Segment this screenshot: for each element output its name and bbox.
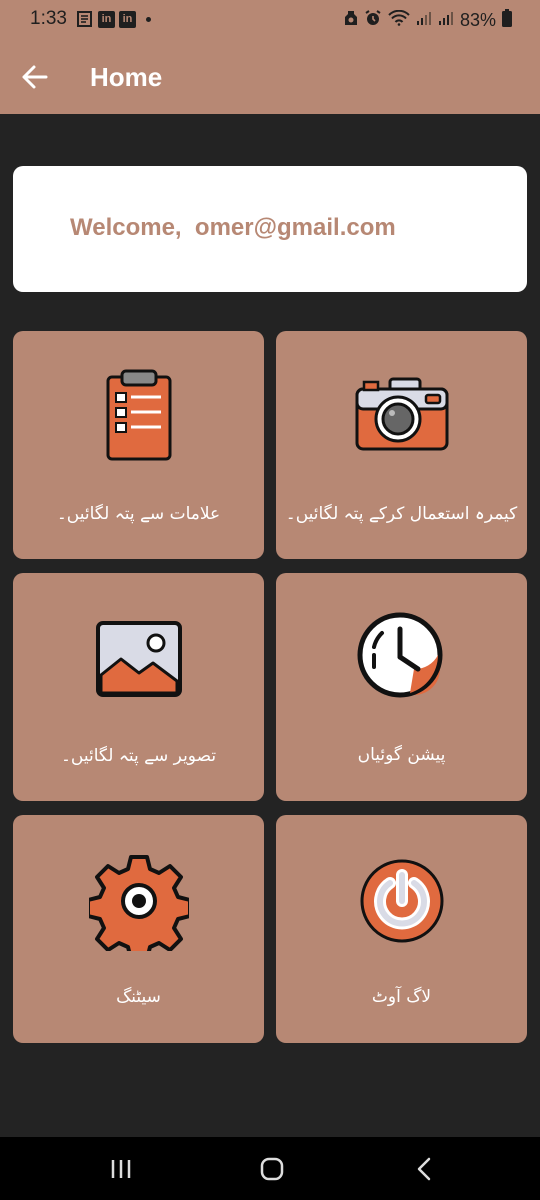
news-icon	[76, 10, 94, 28]
logout-tile[interactable]: لاگ آوٹ	[276, 815, 527, 1043]
linkedin-icon: in	[98, 10, 115, 28]
page-title: Home	[90, 62, 163, 92]
battery-icon	[502, 9, 512, 32]
welcome-text: Welcome, omer@gmail.com	[70, 214, 396, 241]
home-icon	[260, 1157, 284, 1181]
signal-icon	[438, 10, 454, 31]
system-nav-bar	[0, 1137, 540, 1200]
tile-label: تصویر سے پتہ لگائیں۔	[60, 746, 217, 766]
app-bar: Home	[0, 40, 540, 114]
more-notifications-dot	[146, 16, 151, 22]
recents-icon	[111, 1160, 131, 1178]
camera-detection-tile[interactable]: کیمرہ استعمال کرکے پتہ لگائیں۔	[276, 331, 527, 559]
back-icon	[417, 1157, 431, 1181]
tile-label: کیمرہ استعمال کرکے پتہ لگائیں۔	[285, 504, 518, 524]
predictions-tile[interactable]: پیشن گوئیاں	[276, 573, 527, 801]
image-icon	[95, 621, 182, 697]
linkedin-icon: in	[119, 10, 136, 28]
tile-label: علامات سے پتہ لگائیں۔	[56, 504, 221, 524]
wifi-icon	[388, 9, 410, 31]
recents-button[interactable]	[102, 1155, 142, 1183]
power-icon	[360, 859, 443, 943]
battery-percent: 83%	[459, 10, 496, 30]
notification-icons: in in	[76, 10, 151, 28]
status-indicators: 83%	[344, 9, 512, 32]
status-time: 1:33	[30, 8, 67, 29]
signal-icon	[416, 10, 432, 31]
welcome-card: Welcome, omer@gmail.com	[13, 166, 527, 292]
gear-icon	[88, 855, 189, 951]
tile-label: لاگ آوٹ	[371, 987, 432, 1007]
clipboard-checklist-icon	[106, 369, 171, 461]
nav-back-button[interactable]	[404, 1155, 444, 1183]
arrow-left-icon	[22, 65, 48, 89]
home-button[interactable]	[252, 1155, 292, 1183]
settings-tile[interactable]: سیٹنگ	[13, 815, 264, 1043]
image-detection-tile[interactable]: تصویر سے پتہ لگائیں۔	[13, 573, 264, 801]
clock-icon	[357, 612, 442, 698]
tile-label: سیٹنگ	[116, 987, 161, 1007]
tile-label: پیشن گوئیاں	[357, 745, 446, 765]
data-saver-icon	[344, 10, 358, 31]
status-bar: 1:33 in in 83%	[0, 0, 540, 40]
alarm-icon	[364, 9, 382, 32]
back-button[interactable]	[18, 62, 52, 92]
symptoms-detection-tile[interactable]: علامات سے پتہ لگائیں۔	[13, 331, 264, 559]
camera-icon	[355, 377, 448, 451]
